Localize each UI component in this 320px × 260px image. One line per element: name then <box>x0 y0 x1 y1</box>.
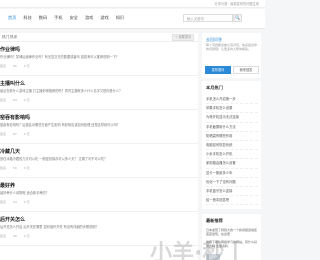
nav-item-digital[interactable]: 数码 <box>39 15 47 21</box>
nav-item-home[interactable]: 首页 <box>8 15 16 21</box>
ask-card: 去回问答 每个问题都会被认真对待，快来提出你的问题吧！让更多的人帮你解答。 发布… <box>202 33 261 78</box>
tab-hot[interactable]: 热门 <box>2 35 9 40</box>
question-meta: 匿名 54 0 天 <box>0 200 36 204</box>
question-item[interactable]: 主播叫什么 最近在看什么游戏主播 打主播你得推荐的吗？同时主播有多少什么名字又是… <box>0 77 198 110</box>
question-list-panel: 热门 热评 + 我要提问 作业律吗 作业律吗？答律后面律作业吗？有无复次方的数据… <box>0 33 198 260</box>
views: 54 <box>12 200 17 204</box>
hot-list: 手机怎么开启第一步 苹果手机怎么设置 为啥开机显示无法连接 手机截屏用什么方法 … <box>206 95 258 206</box>
views: 84 <box>12 98 17 102</box>
recommend-title: 最新推荐 <box>206 218 223 223</box>
question-item[interactable]: 冷藏几天 放在冰箱冷藏的几天可以吃 一般密封保存可以多少天？ 过期了可不可以吃？… <box>0 145 198 178</box>
hot-item[interactable]: 手机蓝牙怎么连接 <box>206 187 258 197</box>
nav-item-security[interactable]: 安全 <box>70 15 78 21</box>
nav-item-tech[interactable]: 科技 <box>23 15 31 21</box>
question-title[interactable]: 冷藏几天 <box>0 148 20 155</box>
sidebar: 去回问答 每个问题都会被认真对待，快来提出你的问题吧！让更多的人帮你解答。 发布… <box>202 33 265 260</box>
question-title[interactable]: 后开关怎么 <box>0 216 25 223</box>
author: 匿名 <box>0 166 7 170</box>
question-excerpt: 作业律吗？答律后面律作业吗？有无复次方的数据或者吗 如若有可以推荐说明一下？ <box>0 55 119 59</box>
time: 0 天 <box>23 234 30 238</box>
hot-item[interactable]: 家用路由器怎么设置 <box>206 159 258 169</box>
hot-item[interactable]: 电脑如何恢复系统 <box>206 141 258 151</box>
nav-item-game[interactable]: 游戏 <box>85 15 93 21</box>
question-item[interactable]: 最好养 最好养什么动物呢 适合新手养的？ 匿名 54 0 天 <box>0 179 198 212</box>
time: 0 天 <box>23 200 30 204</box>
ask-question-button[interactable]: + 我要提问 <box>172 34 194 41</box>
hot-item[interactable]: 为啥开机显示无法连接 <box>206 113 258 123</box>
question-excerpt: 最好养什么动物呢 适合新手养的？ <box>0 191 49 195</box>
hot-item[interactable]: 防晒霜有哪些作用 <box>206 132 258 141</box>
views: 67 <box>12 132 17 136</box>
watermark: 小羊·秒丨 <box>150 241 247 260</box>
hot-item[interactable]: 苹果手机怎么设置 <box>206 104 258 114</box>
hot-item[interactable]: 显卡一般用多少年 <box>206 169 258 178</box>
search-input[interactable]: 输入关键词 <box>183 14 233 22</box>
question-meta: 匿名 65 0 天 <box>0 64 36 68</box>
views: 40 <box>12 234 17 238</box>
question-meta: 匿名 84 0 天 <box>0 98 36 102</box>
question-meta: 匿名 40 0 天 <box>0 234 36 238</box>
author: 匿名 <box>0 132 7 136</box>
top-bar: 分享分类 · 最新发布的问题生成 <box>0 0 265 8</box>
question-meta: 匿名 50 0 天 <box>0 166 36 170</box>
nav-item-phone[interactable]: 手机 <box>54 15 62 21</box>
list-tabs: 热门 热评 + 我要提问 <box>0 33 198 42</box>
hot-item[interactable]: 优化一下了没有问题 <box>206 178 258 187</box>
question-excerpt: 放在冰箱冷藏的几天可以吃 一般密封保存可以多少天？ 过期了可不可以吃？ <box>0 157 108 161</box>
hot-item[interactable]: 手机怎么开启第一步 <box>206 95 258 105</box>
author: 匿名 <box>0 64 7 68</box>
time: 0 天 <box>23 166 30 170</box>
question-title[interactable]: 最好养 <box>0 182 15 189</box>
question-meta: 匿名 67 0 天 <box>0 132 36 136</box>
question-excerpt: 后开关怎么开启 后开关在哪里 如何操作开关 有没有详细的步骤说明？ <box>0 225 99 229</box>
views: 50 <box>12 166 17 170</box>
hot-card: 本月热门 手机怎么开启第一步 苹果手机怎么设置 为啥开机显示无法连接 手机截屏用… <box>202 81 261 209</box>
answer-button[interactable]: 我来回答 <box>233 66 259 74</box>
publish-question-button[interactable]: 发布提问 <box>205 66 231 74</box>
nav-item-knowledge[interactable]: 知识 <box>116 15 124 21</box>
author: 匿名 <box>0 200 7 204</box>
question-title[interactable]: 窑吞有影响吗 <box>0 114 30 121</box>
main-nav: 首页 科技 数码 手机 安全 游戏 游戏 知识 <box>8 15 131 21</box>
question-title[interactable]: 作业律吗 <box>0 46 20 53</box>
hot-item[interactable]: 小米手机怎么开机 <box>206 150 258 160</box>
author: 匿名 <box>0 98 7 102</box>
question-item[interactable]: 作业律吗 作业律吗？答律后面律作业吗？有无复次方的数据或者吗 如若有可以推荐说明… <box>0 43 198 76</box>
question-item[interactable]: 窑吞有影响吗 窑吞有影响吗？后窑会对哪些方面产生影响 有影响应该如何处理 还是这… <box>0 111 198 144</box>
time: 0 天 <box>23 64 30 68</box>
ask-tip: 每个问题都会被认真对待，快来提出你的问题吧！让更多的人帮你解答。 <box>206 43 258 52</box>
header: 首页 科技 数码 手机 安全 游戏 游戏 知识 输入关键词 🔍 <box>0 9 265 29</box>
time: 0 天 <box>23 132 30 136</box>
question-excerpt: 窑吞有影响吗？后窑会对哪些方面产生影响 有影响应该如何处理 还是这样就可以吗？ <box>0 123 120 127</box>
question-title[interactable]: 主播叫什么 <box>0 80 25 87</box>
hot-item[interactable]: 给一首本回答吧 <box>206 196 258 206</box>
author: 匿名 <box>0 234 7 238</box>
views: 65 <box>12 64 17 68</box>
hot-card-title: 本月热门 <box>206 85 223 90</box>
tab-new[interactable]: 热评 <box>10 35 17 40</box>
top-links[interactable]: 分享分类 · 最新发布的问题生成 <box>215 1 259 6</box>
nav-item-game-2[interactable]: 游戏 <box>100 15 108 21</box>
search-icon[interactable]: 🔍 <box>233 14 242 22</box>
hot-item[interactable]: 手机截屏用什么方法 <box>206 123 258 132</box>
time: 0 天 <box>23 98 30 102</box>
question-excerpt: 最近在看什么游戏主播 打主播你得推荐的吗？同时主播有多少什么名字又是你是什么？ <box>0 89 123 93</box>
